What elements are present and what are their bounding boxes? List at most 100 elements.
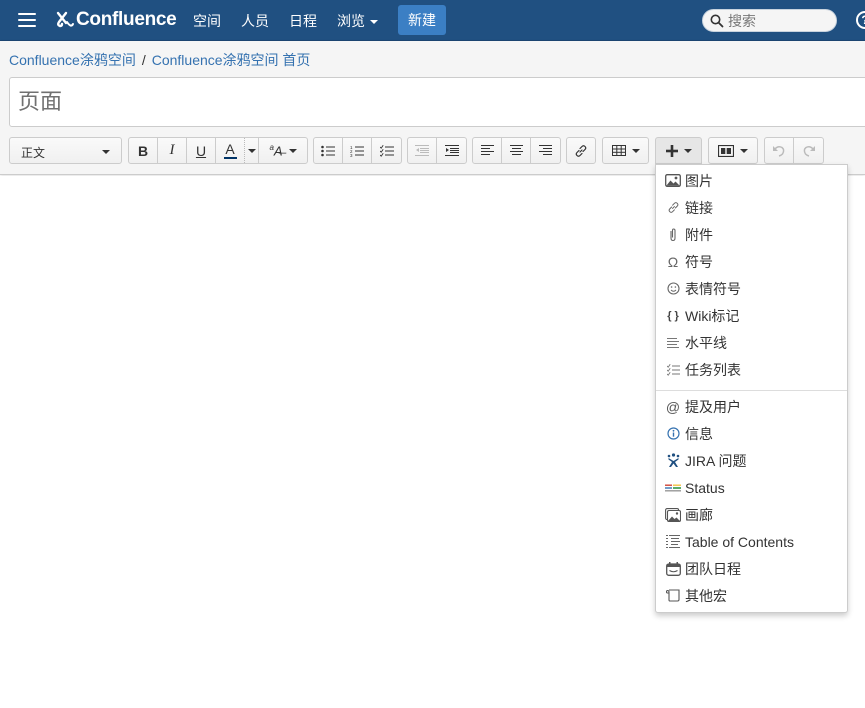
chevron-down-icon (102, 150, 110, 154)
undo-button[interactable] (765, 138, 794, 163)
task-list-icon (664, 362, 682, 378)
breadcrumb-space[interactable]: Confluence涂鸦空间 (9, 52, 136, 68)
menu-item-jira-issue[interactable]: JIRA 问题 (656, 447, 847, 474)
menu-item-label: Wiki标记 (685, 307, 740, 324)
menu-item-team-calendar[interactable]: 团队日程 (656, 555, 847, 582)
link-icon (664, 200, 682, 216)
nav-calendar[interactable]: 日程 (289, 11, 317, 31)
chevron-down-icon (683, 148, 692, 153)
menu-item-task-list[interactable]: 任务列表 (656, 356, 847, 383)
help-icon[interactable]: ? (856, 11, 865, 29)
history-group (764, 137, 824, 164)
nav-calendar-label: 日程 (289, 13, 317, 29)
alignment-group (472, 137, 561, 164)
menu-item-wiki-markup[interactable]: { } Wiki标记 (656, 302, 847, 329)
menu-item-label: Status (685, 479, 725, 496)
logo-text: Confluence (76, 9, 177, 30)
menu-item-label: 信息 (685, 425, 713, 442)
nav-browse-label: 浏览 (337, 13, 365, 29)
menu-item-label: JIRA 问题 (685, 452, 747, 469)
underline-button[interactable]: U (187, 138, 216, 163)
menu-item-mention[interactable]: @ 提及用户 (656, 393, 847, 420)
nav-people[interactable]: 人员 (241, 11, 269, 31)
text-color-icon: A (225, 141, 235, 157)
menu-item-label: 提及用户 (685, 398, 741, 415)
bullet-list-icon (321, 145, 335, 156)
menu-item-label: 团队日程 (685, 560, 741, 577)
status-icon (664, 480, 682, 496)
menu-item-label: 符号 (685, 253, 713, 270)
numbered-list-button[interactable]: 123 (343, 138, 372, 163)
search-box[interactable] (702, 9, 837, 32)
insert-link-button[interactable] (567, 138, 595, 163)
menu-item-attachment[interactable]: 附件 (656, 221, 847, 248)
task-list-icon (379, 144, 394, 157)
indent-icon (444, 144, 459, 156)
align-left-button[interactable] (473, 138, 502, 163)
breadcrumb-home[interactable]: Confluence涂鸦空间 首页 (152, 52, 311, 68)
menu-item-label: 附件 (685, 226, 713, 243)
layout-group (708, 137, 758, 164)
braces-icon: { } (667, 309, 679, 322)
task-list-button[interactable] (372, 138, 401, 163)
menu-item-gallery[interactable]: 画廊 (656, 501, 847, 528)
menu-item-label: 图片 (685, 172, 713, 189)
smiley-icon (664, 281, 682, 297)
outdent-button[interactable] (408, 138, 437, 163)
nav-browse[interactable]: 浏览 (337, 11, 378, 31)
italic-button[interactable]: I (158, 138, 187, 163)
menu-item-emoticon[interactable]: 表情符号 (656, 275, 847, 302)
gallery-icon (664, 507, 682, 523)
confluence-logo[interactable]: Confluence (55, 8, 177, 32)
menu-hamburger-icon[interactable] (18, 13, 36, 27)
text-color-button[interactable]: A (216, 138, 245, 163)
menu-item-image[interactable]: 图片 (656, 167, 847, 194)
menu-item-link[interactable]: 链接 (656, 194, 847, 221)
page-layout-icon (718, 144, 734, 157)
chevron-down-icon (370, 20, 378, 25)
chevron-down-icon (288, 148, 297, 153)
table-group (602, 137, 649, 164)
svg-text:3: 3 (350, 153, 353, 157)
menu-item-label: 水平线 (685, 334, 727, 351)
breadcrumb: Confluence涂鸦空间 / Confluence涂鸦空间 首页 (9, 50, 310, 70)
redo-icon (803, 146, 815, 157)
chevron-down-icon (247, 148, 256, 153)
numbered-list-icon: 123 (350, 145, 364, 157)
menu-item-other-macros[interactable]: 其他宏 (656, 582, 847, 609)
bullet-list-button[interactable] (314, 138, 343, 163)
menu-item-table-of-contents[interactable]: Table of Contents (656, 528, 847, 555)
chevron-down-icon (740, 148, 748, 153)
menu-item-info[interactable]: 信息 (656, 420, 847, 447)
menu-item-horizontal-rule[interactable]: 水平线 (656, 329, 847, 356)
page-title-field[interactable] (9, 77, 865, 127)
paragraph-format-select[interactable]: 正文 (9, 137, 122, 164)
editor-header: Confluence涂鸦空间 / Confluence涂鸦空间 首页 正文 B I … (0, 41, 865, 175)
create-button[interactable]: 新建 (398, 5, 446, 35)
align-right-button[interactable] (531, 138, 560, 163)
insert-more-dropdown: 图片 链接 附件 Ω 符号 表情符号 { } Wiki标记 水平线 任务列表 @… (655, 164, 848, 613)
bold-button[interactable]: B (129, 138, 158, 163)
jira-icon (664, 453, 682, 469)
page-title-input[interactable] (10, 78, 865, 126)
menu-item-symbol[interactable]: Ω 符号 (656, 248, 847, 275)
indent-button[interactable] (437, 138, 466, 163)
insert-more-button[interactable] (656, 138, 701, 163)
menu-item-label: 画廊 (685, 506, 713, 523)
insert-table-button[interactable] (603, 138, 648, 163)
confluence-logo-icon (56, 11, 74, 28)
paperclip-icon (664, 227, 682, 243)
list-group: 123 (313, 137, 402, 164)
menu-item-label: Table of Contents (685, 533, 794, 550)
breadcrumb-separator: / (141, 52, 146, 68)
page-layout-button[interactable] (709, 138, 757, 163)
redo-button[interactable] (794, 138, 823, 163)
menu-item-status[interactable]: Status (656, 474, 847, 501)
text-color-dropdown[interactable] (245, 138, 259, 163)
at-icon: @ (665, 398, 681, 415)
nav-people-label: 人员 (241, 13, 269, 29)
more-formatting-button[interactable]: aA̶ (259, 138, 307, 163)
search-input[interactable] (728, 12, 828, 29)
nav-spaces[interactable]: 空间 (193, 11, 221, 31)
align-center-button[interactable] (502, 138, 531, 163)
